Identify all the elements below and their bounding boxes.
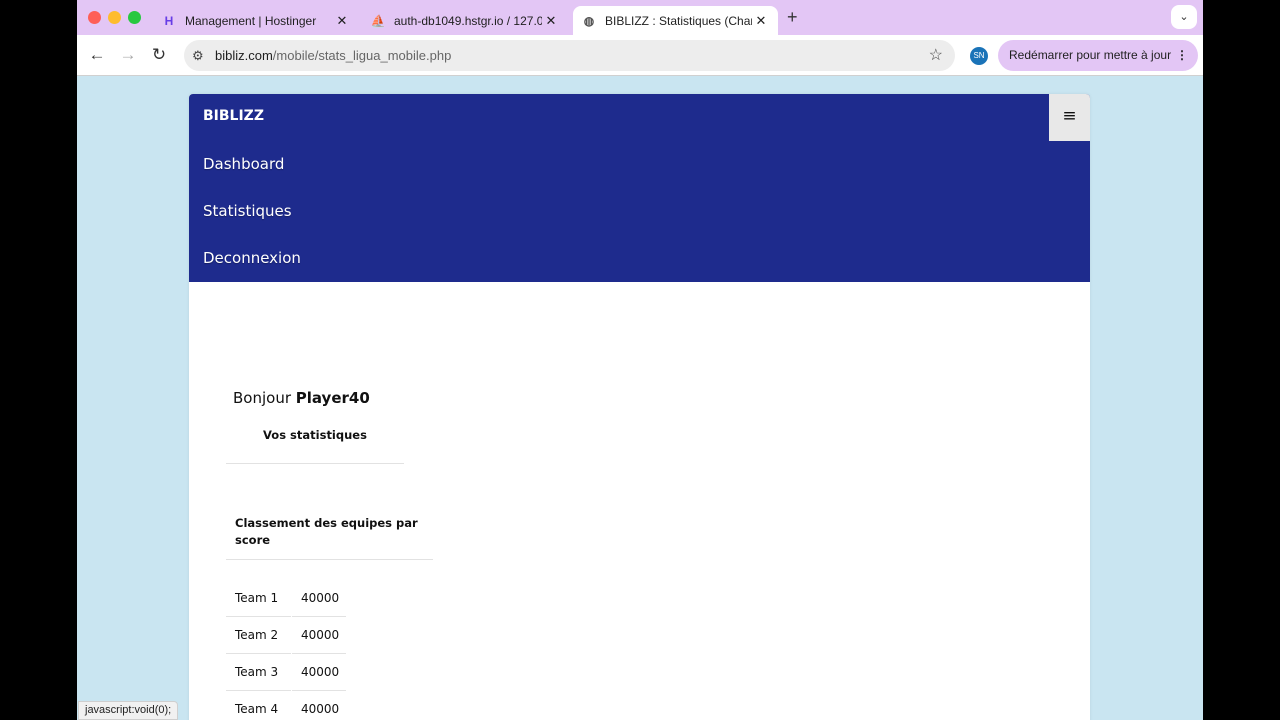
greeting: Bonjour Player40: [233, 389, 370, 407]
back-arrow-icon[interactable]: ←: [86, 44, 108, 66]
nav-link-dashboard[interactable]: Dashboard: [203, 155, 284, 173]
tab-title: auth-db1049.hstgr.io / 127.0.: [394, 13, 542, 28]
update-button[interactable]: Redémarrer pour mettre à jour ⋮: [998, 40, 1198, 71]
profile-avatar[interactable]: SN: [970, 47, 988, 65]
status-bar: javascript:void(0);: [78, 701, 179, 720]
brand-logo[interactable]: BIBLIZZ: [203, 108, 264, 124]
tab-hostinger[interactable]: H Management | Hostinger ✕: [153, 6, 359, 35]
more-menu-icon[interactable]: ⋮: [1176, 40, 1188, 71]
address-bar[interactable]: ⚙ bibliz.com/mobile/stats_ligua_mobile.p…: [184, 40, 955, 71]
table-row: Team 4 40000: [226, 691, 346, 720]
url-text: bibliz.com/mobile/stats_ligua_mobile.php: [215, 40, 451, 71]
tab-phpmyadmin[interactable]: ⛵ auth-db1049.hstgr.io / 127.0. ✕: [362, 6, 568, 35]
hamburger-menu-icon[interactable]: ≡: [1049, 94, 1090, 141]
update-label: Redémarrer pour mettre à jour: [1009, 48, 1172, 62]
player-name: Player40: [295, 389, 370, 407]
reload-icon[interactable]: ↻: [148, 44, 170, 66]
phpmyadmin-logo-icon: ⛵: [370, 13, 386, 28]
navbar: BIBLIZZ ≡ Dashboard Statistiques Deconne…: [189, 94, 1090, 282]
ranking-heading: Classement des equipes par score: [226, 506, 433, 560]
greeting-prefix: Bonjour: [233, 389, 296, 407]
tab-strip: H Management | Hostinger ✕ ⛵ auth-db1049…: [77, 0, 1203, 35]
close-tab-icon[interactable]: ✕: [333, 13, 351, 29]
url-domain: bibliz.com: [215, 48, 273, 63]
team-name: Team 4: [226, 691, 291, 720]
bookmark-star-icon[interactable]: ☆: [929, 40, 943, 71]
page-viewport: BIBLIZZ ≡ Dashboard Statistiques Deconne…: [77, 76, 1203, 720]
close-tab-icon[interactable]: ✕: [752, 13, 770, 29]
tab-biblizz[interactable]: ◍ BIBLIZZ : Statistiques (Champ ✕: [573, 6, 778, 35]
chevron-down-icon[interactable]: ⌄: [1171, 5, 1197, 29]
app-card: BIBLIZZ ≡ Dashboard Statistiques Deconne…: [189, 94, 1090, 720]
team-score: 40000: [292, 580, 346, 617]
url-path: /mobile/stats_ligua_mobile.php: [272, 48, 452, 63]
team-score: 40000: [292, 691, 346, 720]
tab-title: Management | Hostinger: [185, 13, 317, 28]
team-name: Team 1: [226, 580, 291, 617]
globe-icon: ◍: [583, 13, 595, 28]
toolbar: ← → ↻ ⚙ bibliz.com/mobile/stats_ligua_mo…: [77, 35, 1203, 76]
nav-link-statistiques[interactable]: Statistiques: [203, 202, 292, 220]
table-row: Team 2 40000: [226, 617, 346, 654]
team-name: Team 3: [226, 654, 291, 691]
nav-link-deconnexion[interactable]: Deconnexion: [203, 249, 301, 267]
minimize-window-button[interactable]: [108, 11, 121, 24]
site-settings-icon[interactable]: ⚙: [192, 40, 204, 71]
hostinger-logo-icon: H: [164, 13, 174, 28]
forward-arrow-icon[interactable]: →: [117, 44, 139, 66]
browser-window: H Management | Hostinger ✕ ⛵ auth-db1049…: [77, 0, 1203, 720]
close-window-button[interactable]: [88, 11, 101, 24]
new-tab-icon[interactable]: +: [787, 7, 798, 28]
team-score: 40000: [292, 654, 346, 691]
tab-title: BIBLIZZ : Statistiques (Champ: [605, 13, 752, 28]
team-name: Team 2: [226, 617, 291, 654]
close-tab-icon[interactable]: ✕: [542, 13, 560, 29]
table-row: Team 1 40000: [226, 580, 346, 617]
table-row: Team 3 40000: [226, 654, 346, 691]
maximize-window-button[interactable]: [128, 11, 141, 24]
team-score: 40000: [292, 617, 346, 654]
stats-heading: Vos statistiques: [226, 422, 404, 464]
